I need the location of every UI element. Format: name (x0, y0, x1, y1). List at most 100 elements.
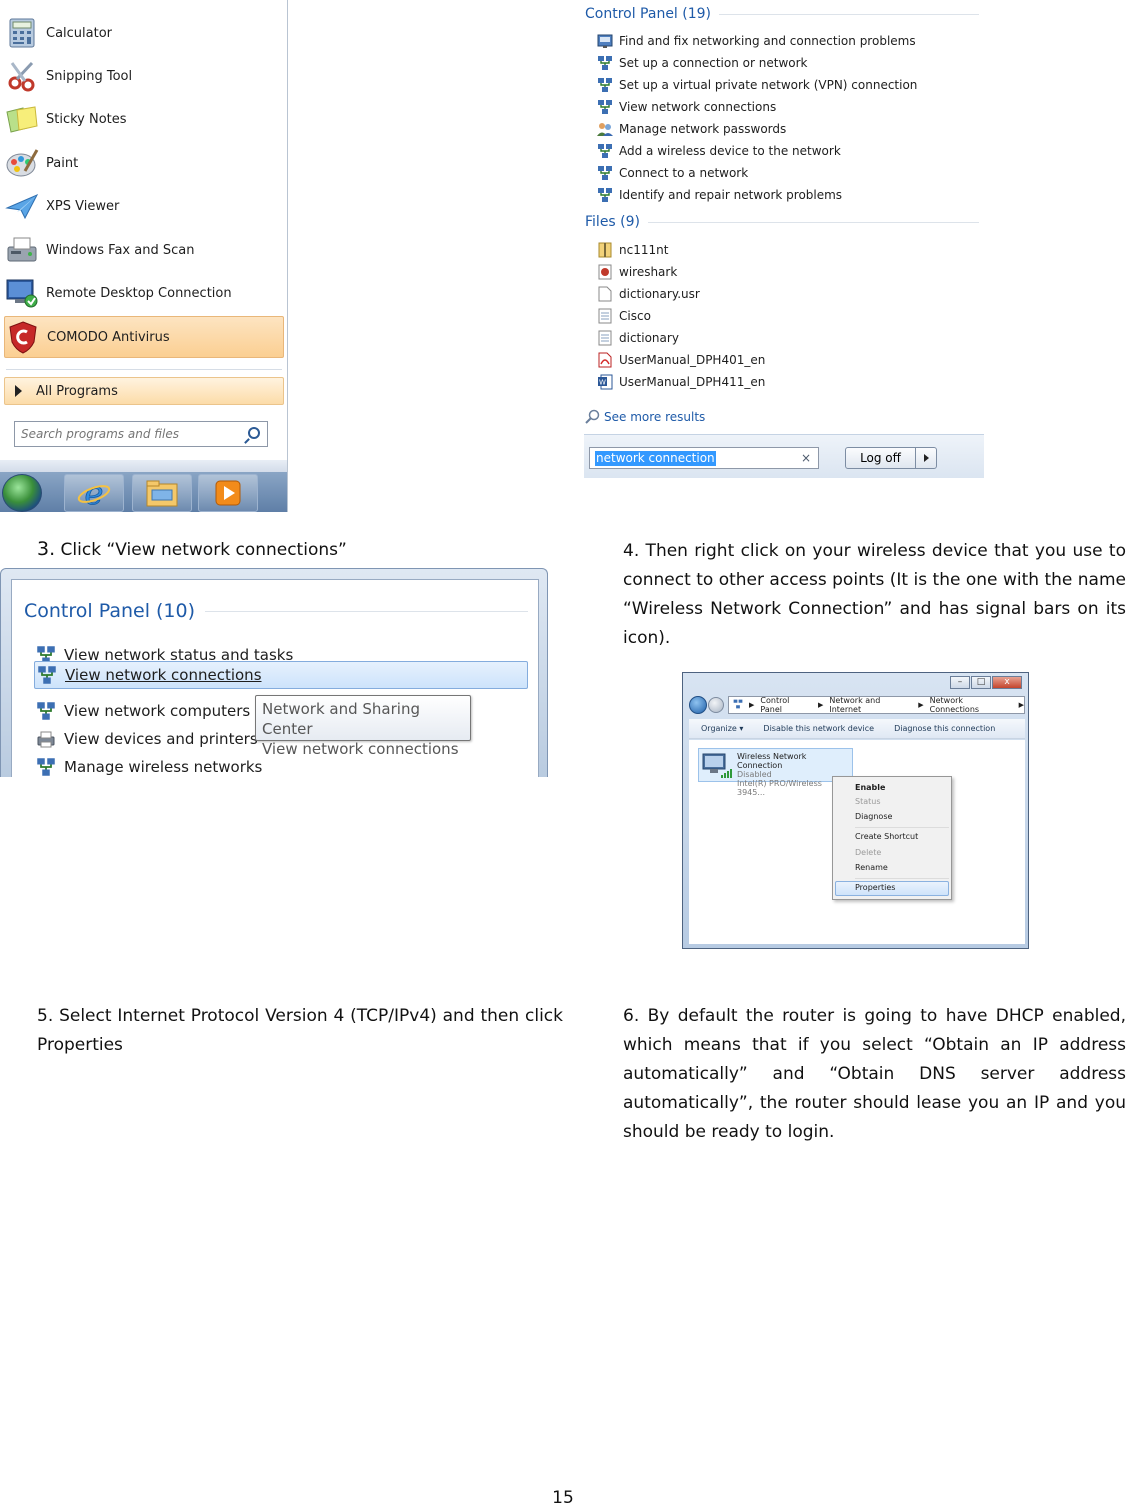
search-results-screenshot: Control Panel (19) Find and fix networki… (584, 0, 984, 478)
result-item[interactable]: Find and fix networking and connection p… (597, 31, 916, 51)
back-arrow-icon[interactable] (689, 696, 707, 714)
start-menu-footer (0, 460, 287, 472)
control-panel-item-view-network-connections[interactable]: View network connections (34, 661, 528, 689)
start-orb-icon[interactable] (2, 474, 42, 512)
network-icon (36, 701, 56, 721)
breadcrumb-item[interactable]: Control Panel (760, 696, 812, 714)
troubleshoot-icon (597, 33, 613, 49)
context-menu-rename[interactable]: Rename (855, 861, 888, 875)
step-number: 3. (37, 538, 56, 560)
file-result-item[interactable]: nc111nt (597, 240, 668, 260)
file-result-item[interactable]: wireshark (597, 262, 677, 282)
control-panel-heading-row: Control Panel (10) (24, 600, 528, 622)
file-result-item[interactable]: dictionary (597, 328, 679, 348)
start-menu-item-snipping-tool[interactable]: Snipping Tool (4, 57, 284, 95)
forward-arrow-icon[interactable] (708, 697, 724, 713)
control-panel-item[interactable]: View network computers a (36, 698, 264, 724)
breadcrumb-item[interactable]: Network and Internet (829, 696, 912, 714)
context-menu-status: Status (855, 797, 881, 806)
control-panel-item[interactable]: Manage wireless networks (36, 754, 262, 777)
sticky-notes-icon (4, 102, 40, 136)
organize-menu[interactable]: Organize ▾ (701, 724, 743, 733)
start-menu-item-remote-desktop[interactable]: Remote Desktop Connection (4, 274, 284, 312)
search-icon[interactable] (248, 427, 260, 439)
search-input-value: network connection (595, 451, 716, 466)
step-3-caption: 3. Click “View network connections” (37, 538, 347, 560)
context-menu-diagnose[interactable]: Diagnose (855, 810, 892, 824)
breadcrumb[interactable]: ▶ Control Panel ▶ Network and Internet ▶… (728, 696, 1025, 714)
result-item[interactable]: Manage network passwords (597, 119, 786, 139)
network-icon (597, 99, 613, 115)
start-search-box[interactable] (14, 421, 268, 447)
results-section-control-panel: Control Panel (19) (585, 6, 979, 22)
network-icon (597, 165, 613, 181)
minimize-icon[interactable]: – (950, 676, 970, 689)
context-menu-create-shortcut[interactable]: Create Shortcut (855, 830, 918, 844)
control-panel-item-label: Manage wireless networks (64, 758, 263, 776)
search-input[interactable]: network connection × (589, 447, 819, 469)
start-menu-item-comodo-antivirus[interactable]: COMODO Antivirus (4, 316, 284, 358)
connections-list: Wireless Network Connection Disabled Int… (689, 740, 1025, 944)
see-more-results-link[interactable]: See more results (585, 409, 705, 425)
start-menu-divider (6, 369, 282, 370)
start-search-input[interactable] (21, 427, 241, 441)
network-icon (733, 699, 743, 711)
start-menu-item-sticky-notes[interactable]: Sticky Notes (4, 100, 284, 138)
clear-search-icon[interactable]: × (801, 451, 811, 465)
network-icon (36, 757, 56, 777)
start-menu-item-calculator[interactable]: Calculator (4, 14, 284, 52)
all-programs-button[interactable]: All Programs (4, 377, 284, 405)
diagnose-connection-button[interactable]: Diagnose this connection (894, 724, 995, 733)
file-result-item[interactable]: Cisco (597, 306, 651, 326)
start-menu-item-label: Windows Fax and Scan (46, 242, 195, 258)
close-icon[interactable]: x (992, 676, 1022, 689)
file-result-item[interactable]: UserManual_DPH401_en (597, 350, 765, 370)
scissors-icon (4, 59, 40, 93)
chevron-right-icon: ▶ (749, 701, 755, 709)
connection-name: Wireless Network Connection (737, 752, 807, 770)
start-menu-screenshot: Calculator Snipping Tool Sticky Notes Pa… (0, 0, 288, 512)
start-menu-item-fax-scan[interactable]: Windows Fax and Scan (4, 231, 284, 269)
control-panel-item-label: View devices and printers (64, 730, 258, 748)
command-bar: Organize ▾ Disable this network device D… (689, 719, 1025, 739)
result-item[interactable]: View network connections (597, 97, 776, 117)
start-menu-item-paint[interactable]: Paint (4, 144, 284, 182)
file-result-label: Cisco (619, 309, 651, 323)
control-panel-item[interactable]: View devices and printers (36, 726, 258, 752)
result-item[interactable]: Set up a virtual private network (VPN) c… (597, 75, 917, 95)
result-item[interactable]: Add a wireless device to the network (597, 141, 841, 161)
breadcrumb-item[interactable]: Network Connections (930, 696, 1013, 714)
file-result-item[interactable]: W UserManual_DPH411_en (597, 372, 765, 392)
printer-icon (36, 729, 56, 749)
file-result-item[interactable]: dictionary.usr (597, 284, 700, 304)
start-menu-item-xps-viewer[interactable]: XPS Viewer (4, 187, 284, 225)
start-menu-item-label: XPS Viewer (46, 198, 120, 214)
pdf-icon (597, 352, 613, 368)
svg-text:W: W (599, 379, 606, 387)
results-section-files: Files (9) (585, 214, 979, 230)
disable-device-button[interactable]: Disable this network device (763, 724, 874, 733)
start-menu-item-label: Snipping Tool (46, 68, 133, 84)
tooltip-line: View network connections (262, 740, 459, 758)
context-menu-properties[interactable]: Properties (855, 881, 895, 895)
media-player-icon[interactable] (198, 474, 258, 512)
archive-icon (597, 242, 613, 258)
context-menu-enable[interactable]: Enable (855, 781, 885, 795)
file-explorer-icon[interactable] (132, 474, 192, 512)
start-menu-item-label: Remote Desktop Connection (46, 285, 232, 301)
maximize-icon[interactable]: □ (971, 676, 991, 689)
result-item[interactable]: Connect to a network (597, 163, 748, 183)
network-icon (37, 665, 57, 685)
result-item-label: Manage network passwords (619, 122, 787, 136)
file-result-label: dictionary.usr (619, 287, 700, 301)
tooltip-line: Network and Sharing Center (262, 700, 420, 738)
result-item[interactable]: Set up a connection or network (597, 53, 807, 73)
internet-explorer-icon[interactable]: e (64, 474, 124, 512)
context-menu-delete: Delete (855, 848, 882, 857)
log-off-button[interactable]: Log off (845, 447, 937, 469)
results-section-heading: Files (9) (585, 214, 641, 230)
taskbar: e (0, 472, 287, 512)
wireless-network-connection[interactable]: Wireless Network Connection Disabled Int… (698, 748, 853, 797)
triangle-right-icon[interactable] (924, 454, 929, 462)
result-item[interactable]: Identify and repair network problems (597, 185, 842, 205)
